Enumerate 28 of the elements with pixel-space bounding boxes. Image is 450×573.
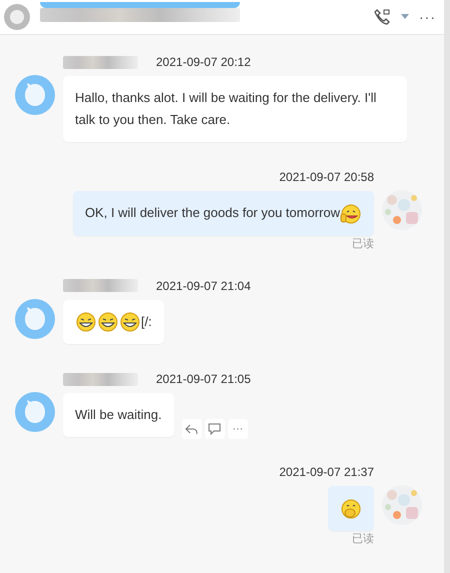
message-time: 2021-09-07 21:05 xyxy=(156,372,251,386)
message-text: [/: xyxy=(141,314,152,329)
caret-icon[interactable] xyxy=(401,14,409,20)
emoji-icon xyxy=(340,202,362,225)
message-text: OK, I will deliver the goods for you tomorrow xyxy=(84,205,340,220)
message-time: 2021-09-07 21:37 xyxy=(279,465,374,480)
avatar-icon xyxy=(15,392,55,432)
emoji-icon xyxy=(75,311,97,334)
reply-button[interactable] xyxy=(182,419,202,440)
message-time: 2021-09-07 21:04 xyxy=(156,278,251,293)
message-time: 2021-09-07 20:12 xyxy=(156,55,251,69)
phone-icon[interactable] xyxy=(373,8,391,26)
read-status: 已读 xyxy=(352,532,374,546)
message-text: Will be waiting. xyxy=(75,407,162,422)
message-text: Hallo, thanks alot. I will be waiting for the delivery. I'll talk to you then. Take care. xyxy=(75,90,376,127)
translate-button[interactable] xyxy=(204,419,225,440)
emoji-icon xyxy=(119,311,141,334)
avatar-icon xyxy=(4,4,30,30)
translate-icon xyxy=(208,423,222,436)
read-status: 已读 xyxy=(352,236,374,251)
avatar-icon xyxy=(15,298,55,339)
message-time: 2021-09-07 20:58 xyxy=(279,170,374,184)
emoji-icon xyxy=(340,498,362,520)
more-button[interactable]: ··· xyxy=(419,9,436,25)
more-button[interactable]: ··· xyxy=(228,419,248,440)
emoji-icon xyxy=(97,311,119,334)
reply-icon xyxy=(185,424,198,435)
avatar-icon xyxy=(15,75,55,115)
